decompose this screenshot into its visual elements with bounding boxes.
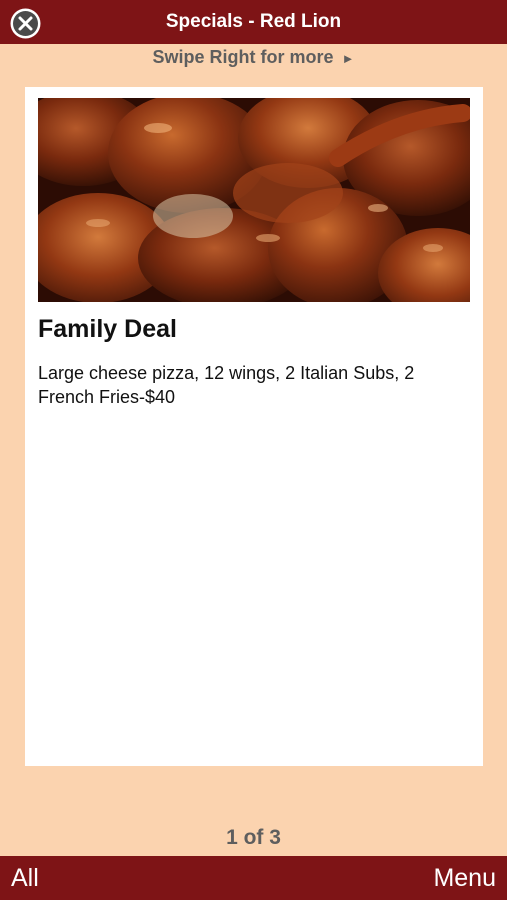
special-title: Family Deal xyxy=(38,315,177,343)
special-image xyxy=(38,98,470,302)
right-arrow-icon: ► xyxy=(341,51,355,66)
all-button[interactable]: All xyxy=(11,856,39,900)
swipe-hint: Swipe Right for more ► xyxy=(0,44,507,70)
menu-button[interactable]: Menu xyxy=(433,856,496,900)
chicken-wings-photo xyxy=(38,98,470,302)
bottom-bar: All Menu xyxy=(0,856,507,900)
page-title: Specials - Red Lion xyxy=(165,11,342,32)
page-indicator: 1 of 3 xyxy=(226,826,281,849)
special-description: Large cheese pizza, 12 wings, 2 Italian … xyxy=(38,363,415,407)
top-bar: Specials - Red Lion xyxy=(0,0,507,44)
swipe-hint-text: Swipe Right for more xyxy=(152,47,334,67)
special-card[interactable]: Family Deal Large cheese pizza, 12 wings… xyxy=(25,87,483,766)
